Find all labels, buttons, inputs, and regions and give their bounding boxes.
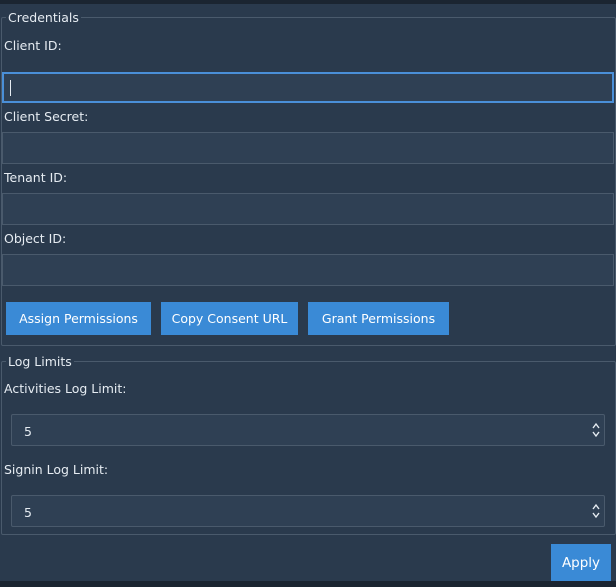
object-id-input[interactable]	[2, 254, 614, 286]
log-limits-group-title: Log Limits	[6, 354, 74, 369]
grant-permissions-button[interactable]: Grant Permissions	[308, 302, 449, 335]
tenant-id-label: Tenant ID:	[4, 170, 68, 185]
signin-log-limit-spinbox[interactable]: 5	[11, 495, 605, 527]
settings-panel: Credentials Client ID: Client Secret: Te…	[0, 0, 616, 587]
activities-log-limit-label: Activities Log Limit:	[4, 381, 127, 396]
activities-log-limit-spinbox[interactable]: 5	[11, 414, 605, 446]
client-id-label: Client ID:	[4, 38, 62, 53]
client-id-input[interactable]	[2, 72, 614, 103]
top-edge	[0, 0, 616, 4]
signin-log-limit-value: 5	[24, 505, 32, 520]
copy-consent-url-button[interactable]: Copy Consent URL	[161, 302, 298, 335]
client-secret-label: Client Secret:	[4, 109, 89, 124]
activities-log-limit-value: 5	[24, 424, 32, 439]
spin-arrows-icon[interactable]	[592, 418, 600, 442]
text-caret	[10, 80, 11, 96]
signin-log-limit-label: Signin Log Limit:	[4, 462, 109, 477]
assign-permissions-button[interactable]: Assign Permissions	[6, 302, 151, 335]
tenant-id-input[interactable]	[2, 193, 614, 225]
client-secret-input[interactable]	[2, 132, 614, 164]
bottom-edge	[0, 581, 616, 587]
spin-arrows-icon[interactable]	[592, 499, 600, 523]
object-id-label: Object ID:	[4, 231, 67, 246]
credentials-group-title: Credentials	[6, 10, 81, 25]
credentials-group	[1, 17, 616, 346]
apply-button[interactable]: Apply	[551, 544, 611, 581]
